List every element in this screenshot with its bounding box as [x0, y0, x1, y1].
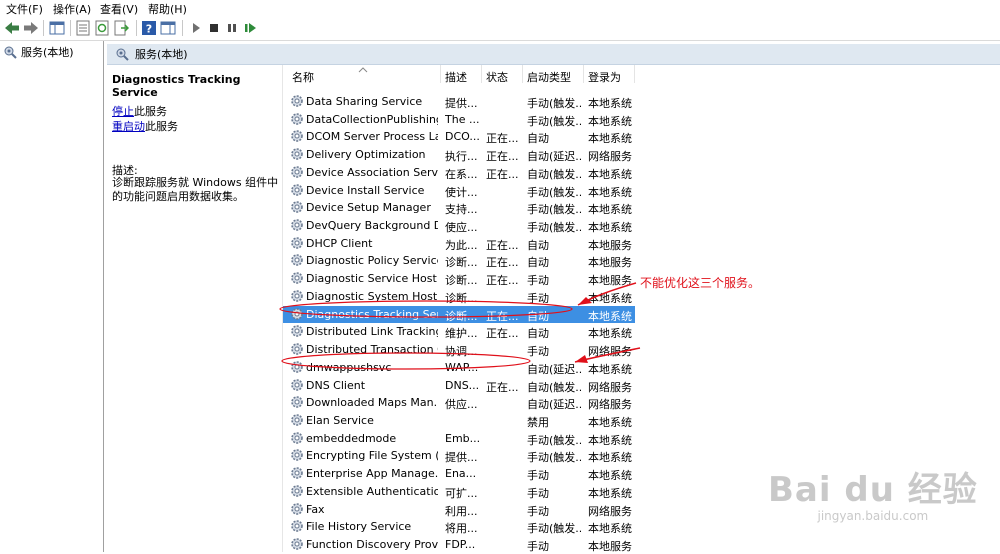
annotation-arrowhead: [575, 355, 588, 363]
annotation-ellipse: [279, 300, 573, 318]
annotation-arrowhead: [578, 297, 592, 305]
watermark-sub-text: jingyan.baidu.com: [817, 509, 929, 523]
annotation-text: 不能优化这三个服务。: [640, 276, 761, 290]
watermark-main-text: Bai du 经验: [768, 470, 978, 510]
baidu-jingyan-watermark: Bai du 经验 jingyan.baidu.com: [768, 462, 978, 523]
annotation-ellipse: [281, 352, 531, 370]
